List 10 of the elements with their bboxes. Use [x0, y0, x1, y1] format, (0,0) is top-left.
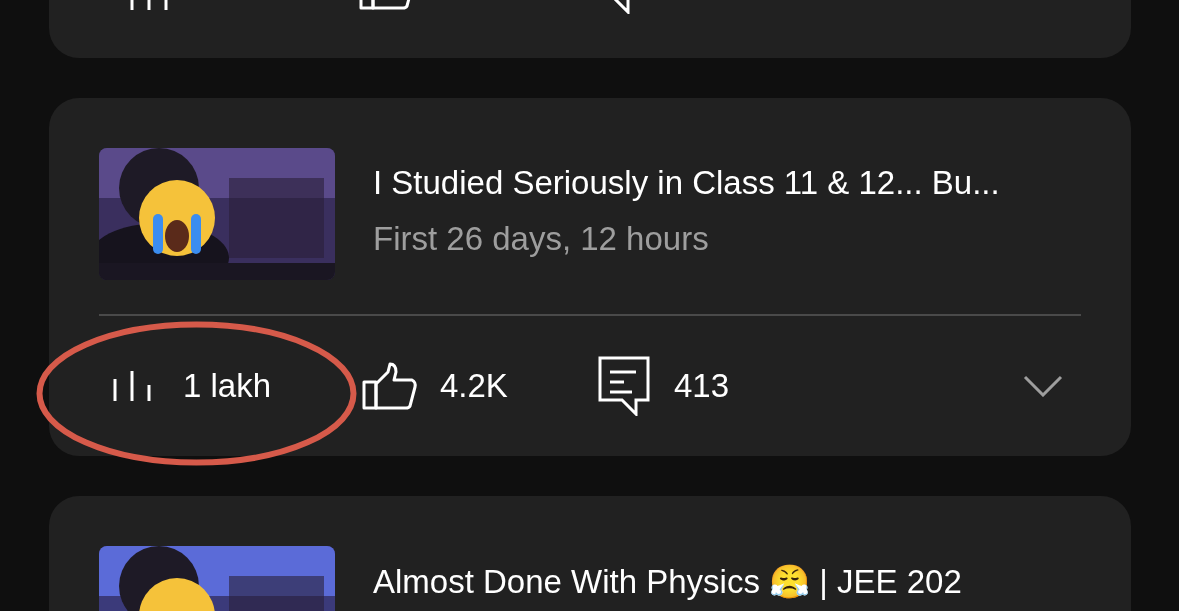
video-duration-label: First 26 days, 12 hours: [373, 220, 710, 258]
comment-count: 413: [674, 367, 730, 405]
video-title[interactable]: Almost Done With Physics 😤 | JEE 202: [373, 562, 962, 601]
chevron-down-icon[interactable]: [1023, 375, 1063, 397]
view-count: 1 lakh: [183, 367, 272, 405]
thumbs-up-icon[interactable]: [362, 362, 418, 410]
comment-icon[interactable]: [598, 356, 650, 416]
like-count: 4.2K: [440, 367, 508, 405]
analytics-icon: [112, 371, 152, 401]
video-title[interactable]: I Studied Seriously in Class 11 & 12... Bu...: [373, 164, 1000, 202]
